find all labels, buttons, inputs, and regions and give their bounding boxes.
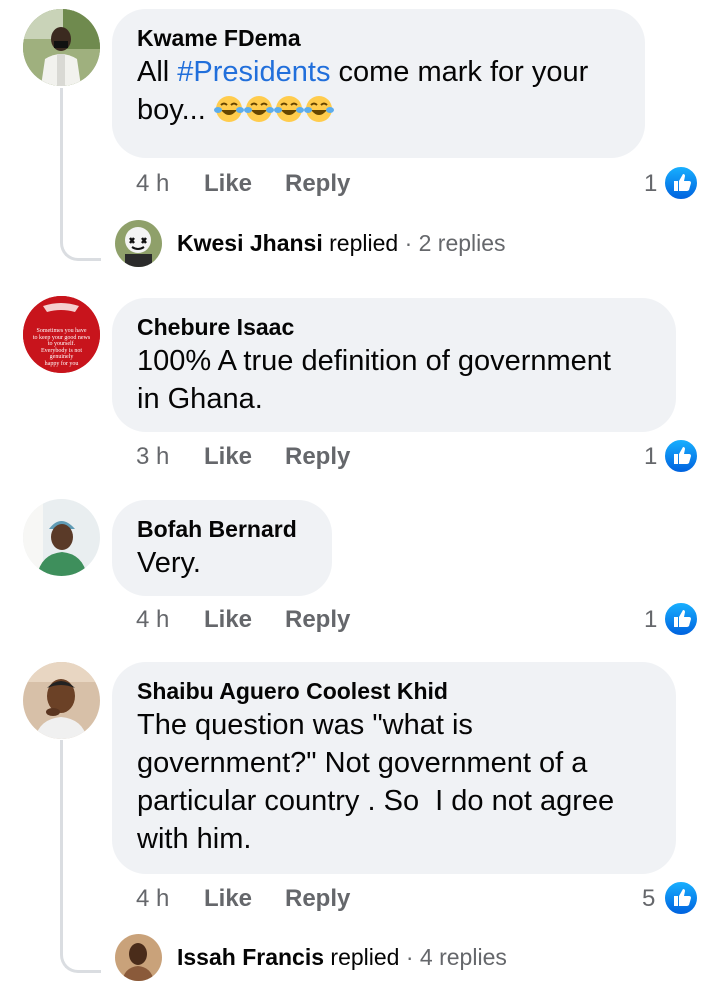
reply-button[interactable]: Reply bbox=[285, 885, 350, 913]
comment-text-line: in Ghana. bbox=[137, 383, 263, 415]
reply-author: Kwesi Jhansi bbox=[177, 230, 323, 256]
reply-button[interactable]: Reply bbox=[285, 606, 350, 634]
comment-timestamp[interactable]: 4 h bbox=[136, 606, 169, 634]
reaction-count[interactable]: 1 bbox=[644, 443, 657, 471]
comment-actions: 4 h Like Reply bbox=[0, 606, 720, 636]
comment-text-line: Very. bbox=[137, 547, 201, 579]
comment-author[interactable]: Chebure Isaac bbox=[137, 312, 652, 342]
like-reaction-icon[interactable] bbox=[663, 880, 699, 916]
comment-text-line: particular country . So I do not agree bbox=[137, 785, 615, 817]
reply-count: 4 replies bbox=[419, 944, 507, 970]
like-button[interactable]: Like bbox=[204, 885, 252, 913]
avatar-caption: Sometimes you have to keep your good new… bbox=[32, 328, 91, 367]
view-replies-link[interactable]: Issah Francis replied · 4 replies bbox=[177, 944, 507, 971]
like-button[interactable]: Like bbox=[204, 170, 252, 198]
comment-timestamp[interactable]: 3 h bbox=[136, 443, 169, 471]
comment-actions: 4 h Like Reply bbox=[0, 885, 720, 915]
comment-author[interactable]: Bofah Bernard bbox=[137, 514, 308, 544]
like-reaction-icon[interactable] bbox=[663, 165, 699, 201]
comment-bubble: Chebure Isaac 100% A true definition of … bbox=[112, 298, 676, 432]
reply-author: Issah Francis bbox=[177, 944, 325, 970]
comment-text-line: government?" Not government of a bbox=[137, 747, 588, 779]
comment-bubble: Kwame FDema All #Presidents come mark fo… bbox=[112, 9, 645, 158]
like-reaction-icon[interactable] bbox=[663, 601, 699, 637]
comment-timestamp[interactable]: 4 h bbox=[136, 885, 169, 913]
comment-bubble: Shaibu Aguero Coolest Khid The question … bbox=[112, 662, 676, 874]
thread-connector bbox=[60, 88, 101, 261]
avatar-kwesi-jhansi[interactable] bbox=[115, 220, 162, 267]
reaction-count[interactable]: 5 bbox=[642, 885, 655, 913]
tears-of-joy-emoji-icon bbox=[303, 96, 334, 122]
like-button[interactable]: Like bbox=[204, 443, 252, 471]
comment-text-line: 100% A true definition of government bbox=[137, 345, 611, 377]
tears-of-joy-emoji-icon bbox=[213, 96, 244, 122]
avatar-shaibu-aguero[interactable] bbox=[23, 662, 100, 739]
avatar-bofah-bernard[interactable] bbox=[23, 499, 100, 576]
view-replies-link[interactable]: Kwesi Jhansi replied · 2 replies bbox=[177, 230, 506, 257]
tears-of-joy-emoji-icon bbox=[273, 96, 304, 122]
thread-connector bbox=[60, 740, 101, 973]
emoji-group bbox=[213, 94, 334, 126]
avatar-issah-francis[interactable] bbox=[115, 934, 162, 981]
tears-of-joy-emoji-icon bbox=[243, 96, 274, 122]
reply-button[interactable]: Reply bbox=[285, 170, 350, 198]
like-reaction-icon[interactable] bbox=[663, 438, 699, 474]
hashtag-link[interactable]: #Presidents bbox=[177, 56, 330, 88]
comment-text-line: with him. bbox=[137, 823, 252, 855]
comment-actions: 3 h Like Reply bbox=[0, 443, 720, 473]
like-button[interactable]: Like bbox=[204, 606, 252, 634]
comment-text: All #Presidents come mark for your boy..… bbox=[137, 56, 589, 126]
comment-bubble: Bofah Bernard Very. bbox=[112, 500, 332, 596]
avatar-chebure-isaac[interactable]: Sometimes you have to keep your good new… bbox=[23, 296, 100, 373]
comment-text-line: The question was "what is bbox=[137, 709, 473, 741]
comment-author[interactable]: Shaibu Aguero Coolest Khid bbox=[137, 676, 652, 706]
reaction-count[interactable]: 1 bbox=[644, 606, 657, 634]
comment-timestamp[interactable]: 4 h bbox=[136, 170, 169, 198]
reply-count: 2 replies bbox=[418, 230, 506, 256]
reply-button[interactable]: Reply bbox=[285, 443, 350, 471]
reaction-count[interactable]: 1 bbox=[644, 170, 657, 198]
comment-actions: 4 h Like Reply bbox=[0, 170, 720, 200]
avatar-kwame-fdema[interactable] bbox=[23, 9, 100, 86]
comment-author[interactable]: Kwame FDema bbox=[137, 23, 621, 53]
